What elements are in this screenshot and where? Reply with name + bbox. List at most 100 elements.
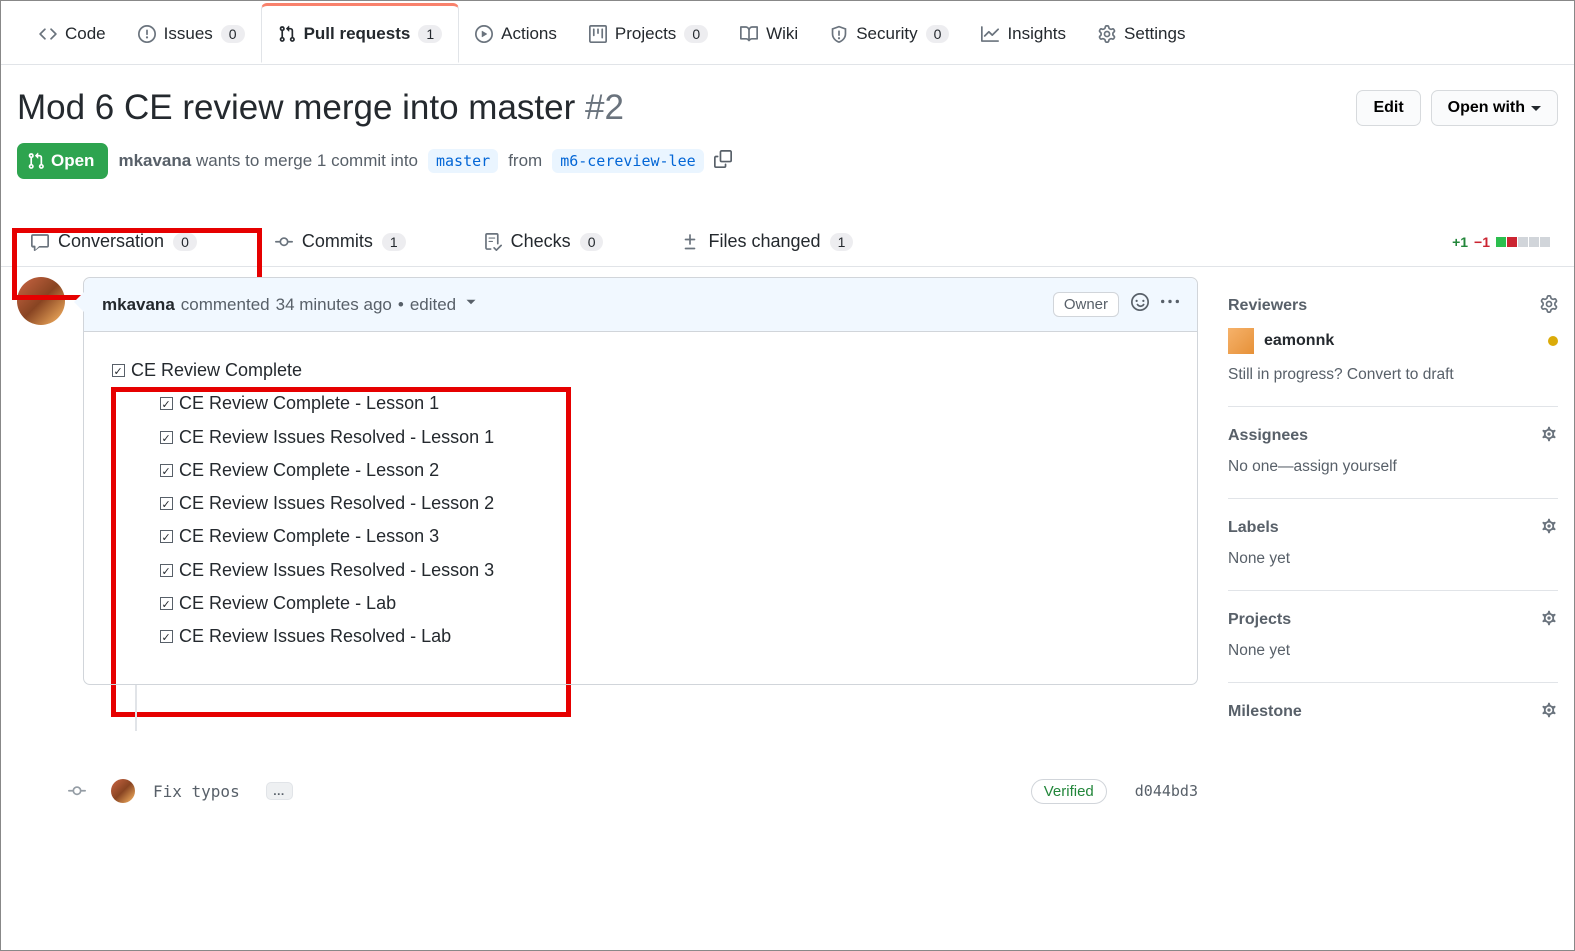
reviewer-name: eamonnk — [1264, 332, 1334, 350]
commit-row: Fix typos … Verified d044bd3 — [17, 757, 1198, 812]
commit-message[interactable]: Fix typos — [153, 782, 240, 801]
tab-security-label: Security — [856, 24, 917, 44]
git-commit-icon — [275, 233, 293, 251]
copy-icon[interactable] — [714, 150, 732, 173]
tab-issues-label: Issues — [164, 24, 213, 44]
smiley-icon[interactable] — [1131, 293, 1149, 316]
git-pull-request-icon — [278, 25, 296, 43]
chevron-down-icon — [1531, 106, 1541, 111]
comment-header: mkavana commented 34 minutes ago • edite… — [84, 278, 1197, 332]
milestone-title: Milestone — [1228, 703, 1302, 721]
gear-icon[interactable] — [1540, 701, 1558, 722]
pr-tabnav: Conversation 0 Commits 1 Checks 0 Files … — [1, 217, 1574, 267]
tab-projects[interactable]: Projects 0 — [573, 3, 724, 63]
chevron-down-icon[interactable] — [462, 293, 480, 316]
tab-conversation[interactable]: Conversation 0 — [11, 217, 201, 266]
shield-icon — [830, 25, 848, 43]
avatar — [1228, 328, 1254, 354]
tab-pull-requests[interactable]: Pull requests 1 — [261, 3, 460, 63]
projects-body: None yet — [1228, 642, 1558, 660]
assignees-block: Assignees No one—assign yourself — [1228, 407, 1558, 499]
issue-icon — [138, 25, 156, 43]
tab-code-label: Code — [65, 24, 106, 44]
reviewer-row[interactable]: eamonnk — [1228, 328, 1558, 354]
tab-files-changed[interactable]: Files changed 1 — [677, 217, 857, 266]
comment-time[interactable]: 34 minutes ago — [276, 295, 392, 315]
verified-badge[interactable]: Verified — [1031, 779, 1107, 804]
comment-body: CE Review Complete CE Review Complete - … — [84, 332, 1197, 684]
item-text: CE Review Complete - Lab — [179, 593, 396, 613]
head-branch[interactable]: m6-cereview-lee — [552, 149, 703, 173]
labels-title: Labels — [1228, 519, 1279, 537]
edited-label[interactable]: edited — [410, 295, 456, 315]
base-branch[interactable]: master — [428, 149, 498, 173]
assignees-body[interactable]: No one—assign yourself — [1228, 458, 1558, 476]
comment-author[interactable]: mkavana — [102, 295, 175, 315]
projects-count: 0 — [684, 25, 708, 43]
pr-header-actions: Edit Open with — [1356, 90, 1558, 126]
tab-settings[interactable]: Settings — [1082, 3, 1201, 63]
tab-pr-label: Pull requests — [304, 24, 411, 44]
tab-checks[interactable]: Checks 0 — [480, 217, 608, 266]
list-item: CE Review Complete — [112, 354, 1169, 387]
tab-wiki-label: Wiki — [766, 24, 798, 44]
pr-title-text: Mod 6 CE review merge into master — [17, 88, 575, 127]
ellipsis-button[interactable]: … — [266, 782, 293, 800]
pr-header: Mod 6 CE review merge into master #2 Edi… — [1, 65, 1574, 189]
open-with-button[interactable]: Open with — [1431, 90, 1558, 126]
item-text: CE Review Issues Resolved - Lesson 1 — [179, 427, 494, 447]
avatar[interactable] — [17, 277, 65, 325]
diffstat-blocks — [1496, 237, 1550, 247]
repo-nav: Code Issues 0 Pull requests 1 Actions Pr… — [1, 1, 1574, 65]
checklist-icon — [484, 233, 502, 251]
commit-sha[interactable]: d044bd3 — [1135, 782, 1198, 800]
gear-icon[interactable] — [1540, 517, 1558, 538]
pr-number: #2 — [585, 88, 624, 127]
comment-action: commented — [181, 295, 270, 315]
gear-icon[interactable] — [1540, 609, 1558, 630]
comment-box: mkavana commented 34 minutes ago • edite… — [83, 277, 1198, 685]
list-item: CE Review Issues Resolved - Lesson 3 — [160, 554, 1169, 587]
list-item: CE Review Issues Resolved - Lab — [160, 620, 1169, 653]
pr-merge-text2: from — [508, 151, 542, 171]
tab-wiki[interactable]: Wiki — [724, 3, 814, 63]
tab-files-label: Files changed — [708, 231, 820, 252]
tab-issues[interactable]: Issues 0 — [122, 3, 261, 63]
gear-icon[interactable] — [1540, 295, 1558, 316]
avatar[interactable] — [111, 779, 135, 803]
checks-count: 0 — [580, 233, 604, 251]
graph-icon — [981, 25, 999, 43]
main-column: mkavana commented 34 minutes ago • edite… — [17, 277, 1198, 812]
tab-commits[interactable]: Commits 1 — [271, 217, 410, 266]
tab-code[interactable]: Code — [23, 3, 122, 63]
project-icon — [589, 25, 607, 43]
tab-insights[interactable]: Insights — [965, 3, 1082, 63]
bullet: • — [398, 295, 404, 315]
file-diff-icon — [681, 233, 699, 251]
assignees-title: Assignees — [1228, 427, 1308, 445]
comment-icon — [31, 233, 49, 251]
list-item: CE Review Issues Resolved - Lesson 1 — [160, 421, 1169, 454]
tab-insights-label: Insights — [1007, 24, 1066, 44]
labels-block: Labels None yet — [1228, 499, 1558, 591]
item-text: CE Review Issues Resolved - Lab — [179, 626, 451, 646]
tab-security[interactable]: Security 0 — [814, 3, 965, 63]
item-text: CE Review Complete - Lesson 2 — [179, 460, 439, 480]
tab-conversation-label: Conversation — [58, 231, 164, 252]
tab-actions[interactable]: Actions — [459, 3, 573, 63]
gear-icon[interactable] — [1540, 425, 1558, 446]
pr-count: 1 — [418, 25, 442, 43]
milestone-block: Milestone — [1228, 683, 1558, 756]
diffstat-deletions: −1 — [1474, 234, 1490, 250]
pr-state-badge: Open — [17, 143, 108, 179]
files-count: 1 — [830, 233, 854, 251]
convert-to-draft-link[interactable]: Still in progress? Convert to draft — [1228, 366, 1558, 384]
kebab-icon[interactable] — [1161, 293, 1179, 316]
edit-button[interactable]: Edit — [1356, 90, 1420, 126]
projects-block: Projects None yet — [1228, 591, 1558, 683]
reviewers-block: Reviewers eamonnk Still in progress? Con… — [1228, 277, 1558, 407]
pr-author-link[interactable]: mkavana — [118, 151, 191, 170]
diffstat[interactable]: +1 −1 — [1452, 234, 1564, 250]
pr-state-text: Open — [51, 151, 94, 171]
reviewers-title: Reviewers — [1228, 297, 1307, 315]
